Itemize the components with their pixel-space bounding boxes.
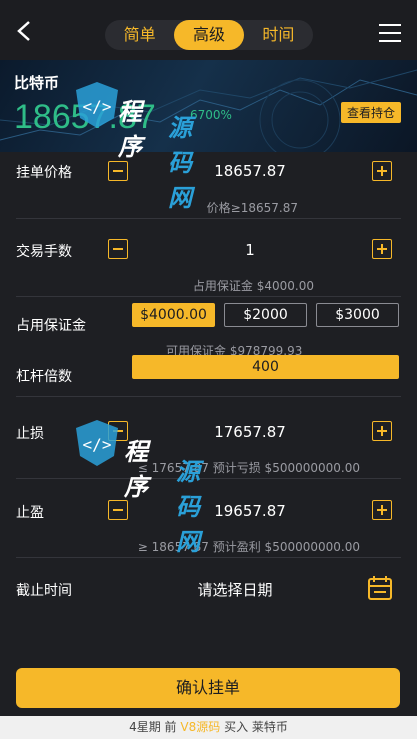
lots-margin-hint: 占用保证金 $4000.00 xyxy=(192,279,314,293)
divider xyxy=(16,218,401,219)
leverage-value[interactable]: 400 xyxy=(132,355,399,379)
order-price-hint: 价格≥18657.87 xyxy=(206,201,298,215)
lots-value[interactable]: 1 xyxy=(150,241,350,259)
take-profit-value[interactable]: 19657.87 xyxy=(150,502,350,520)
coin-name: 比特币 xyxy=(14,74,60,92)
order-price-decrease-button[interactable] xyxy=(108,161,128,181)
divider xyxy=(16,296,401,297)
take-profit-hint: ≥ 18657.87 预计盈利 $500000000.00 xyxy=(137,540,360,554)
menu-icon[interactable] xyxy=(379,24,401,42)
deadline-label: 截止时间 xyxy=(16,583,72,599)
order-price-label: 挂单价格 xyxy=(16,165,72,181)
calendar-icon[interactable] xyxy=(368,576,392,600)
stop-loss-increase-button[interactable] xyxy=(372,421,392,441)
lots-increase-button[interactable] xyxy=(372,239,392,259)
stop-loss-hint: ≤ 17657.87 预计亏损 $500000000.00 xyxy=(137,461,360,475)
confirm-order-button[interactable]: 确认挂单 xyxy=(16,668,400,708)
coin-price: 18657.87 xyxy=(14,98,156,136)
take-profit-label: 止盈 xyxy=(16,505,44,521)
ticker-suffix: 买入 莱特币 xyxy=(224,720,288,734)
back-arrow-icon[interactable] xyxy=(14,20,36,42)
lots-decrease-button[interactable] xyxy=(108,239,128,259)
ticker-user: V8源码 xyxy=(180,720,221,734)
coin-banner: 比特币 18657.87 6700% 查看持仓 xyxy=(0,60,417,152)
margin-option-2000[interactable]: $2000 xyxy=(224,303,307,327)
order-price-value[interactable]: 18657.87 xyxy=(150,162,350,180)
ticker-prefix: 4星期 前 xyxy=(129,720,177,734)
stop-loss-decrease-button[interactable] xyxy=(108,421,128,441)
activity-ticker: 4星期 前 V8源码 买入 莱特币 xyxy=(0,716,417,739)
stop-loss-value[interactable]: 17657.87 xyxy=(150,423,350,441)
tab-time[interactable]: 时间 xyxy=(244,20,313,50)
order-price-increase-button[interactable] xyxy=(372,161,392,181)
take-profit-decrease-button[interactable] xyxy=(108,500,128,520)
order-type-tabs: 简单 高级 时间 xyxy=(105,20,313,50)
top-bar: 简单 高级 时间 xyxy=(0,0,417,60)
margin-option-4000[interactable]: $4000.00 xyxy=(132,303,215,327)
divider xyxy=(16,478,401,479)
leverage-label: 杠杆倍数 xyxy=(16,369,72,385)
margin-option-3000[interactable]: $3000 xyxy=(316,303,399,327)
tab-advanced[interactable]: 高级 xyxy=(174,20,244,50)
margin-label: 占用保证金 xyxy=(16,318,86,334)
deadline-date-picker[interactable]: 请选择日期 xyxy=(150,579,320,600)
stop-loss-label: 止损 xyxy=(16,426,44,442)
tab-simple[interactable]: 简单 xyxy=(105,20,174,50)
take-profit-increase-button[interactable] xyxy=(372,500,392,520)
divider xyxy=(16,396,401,397)
view-positions-button[interactable]: 查看持仓 xyxy=(340,102,401,123)
coin-change: 6700% xyxy=(190,108,232,122)
lots-label: 交易手数 xyxy=(16,244,72,260)
divider xyxy=(16,557,401,558)
